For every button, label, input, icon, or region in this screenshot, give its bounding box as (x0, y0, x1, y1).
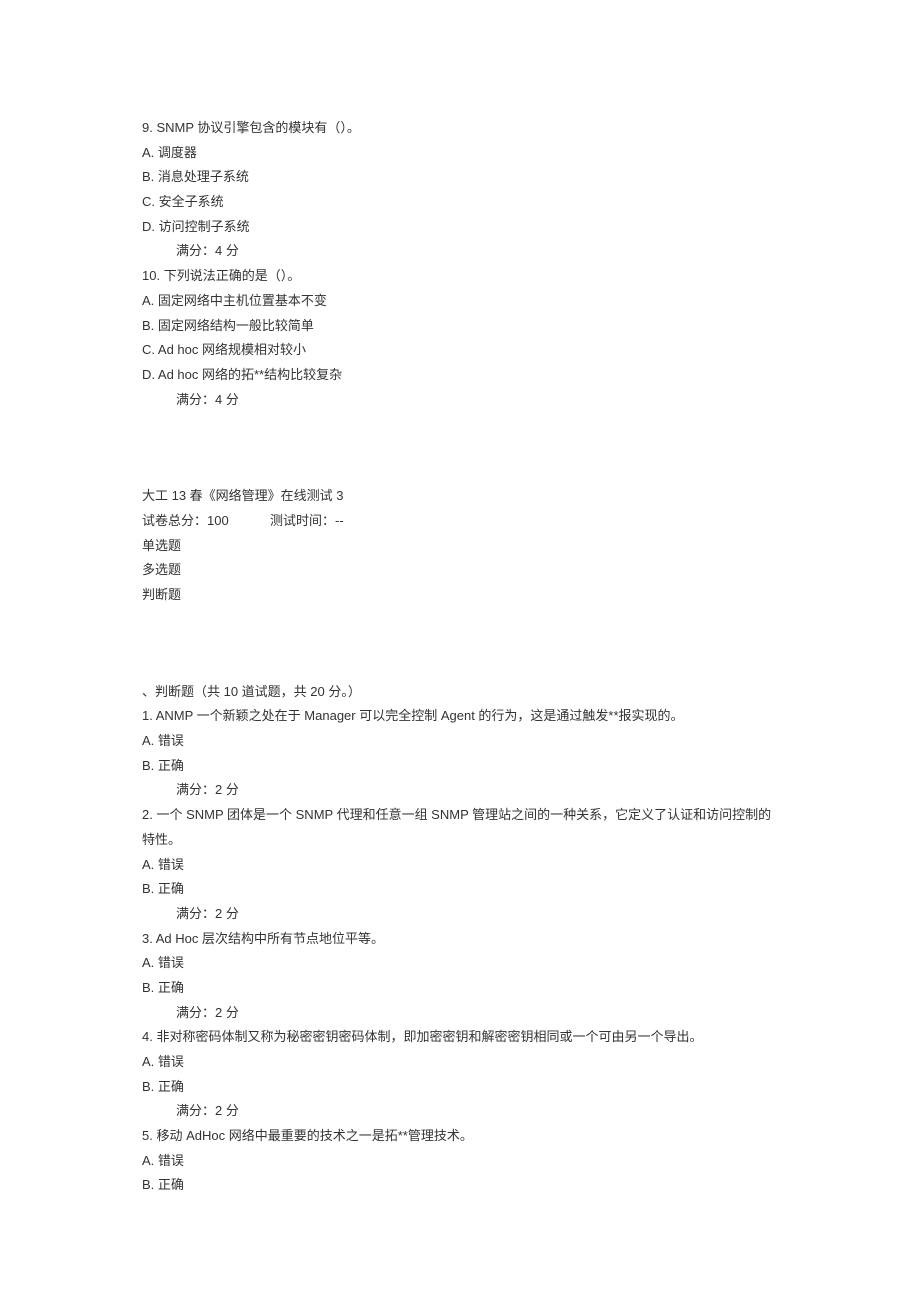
tf-header: 、判断题（共 10 道试题，共 20 分。） (142, 680, 778, 705)
question-number: 9. (142, 120, 153, 135)
option-a: A. 错误 (142, 951, 778, 976)
option-a: A. 错误 (142, 853, 778, 878)
option-b: B. 正确 (142, 1173, 778, 1198)
question-stem: 1. ANMP 一个新颖之处在于 Manager 可以完全控制 Agent 的行… (142, 704, 778, 729)
option-a: A. 固定网络中主机位置基本不变 (142, 289, 778, 314)
option-a: A. 调度器 (142, 141, 778, 166)
section-divider (142, 608, 778, 680)
question-text: SNMP 协议引擎包含的模块有（）。 (156, 120, 359, 135)
question-text: 下列说法正确的是（）。 (164, 268, 301, 283)
question-stem: 2. 一个 SNMP 团体是一个 SNMP 代理和任意一组 SNMP 管理站之间… (142, 803, 778, 852)
score-line: 满分：2 分 (142, 1099, 778, 1124)
score-line: 满分：2 分 (142, 778, 778, 803)
tf-question-3: 3. Ad Hoc 层次结构中所有节点地位平等。 A. 错误 B. 正确 满分：… (142, 927, 778, 1026)
score-line: 满分：4 分 (142, 239, 778, 264)
option-b: B. 正确 (142, 1075, 778, 1100)
tf-section: 、判断题（共 10 道试题，共 20 分。） 1. ANMP 一个新颖之处在于 … (142, 680, 778, 1198)
question-stem: 4. 非对称密码体制又称为秘密密钥密码体制，即加密密钥和解密密钥相同或一个可由另… (142, 1025, 778, 1050)
option-a: A. 错误 (142, 1149, 778, 1174)
option-d: D. Ad hoc 网络的拓**结构比较复杂 (142, 363, 778, 388)
type-single: 单选题 (142, 534, 778, 559)
tf-question-2: 2. 一个 SNMP 团体是一个 SNMP 代理和任意一组 SNMP 管理站之间… (142, 803, 778, 926)
option-c: C. 安全子系统 (142, 190, 778, 215)
tf-question-5: 5. 移动 AdHoc 网络中最重要的技术之一是拓**管理技术。 A. 错误 B… (142, 1124, 778, 1198)
option-b: B. 正确 (142, 877, 778, 902)
score-line: 满分：4 分 (142, 388, 778, 413)
option-b: B. 正确 (142, 754, 778, 779)
test-meta: 试卷总分：100 测试时间：-- (142, 509, 778, 534)
mc-question-9: 9. SNMP 协议引擎包含的模块有（）。 A. 调度器 B. 消息处理子系统 … (142, 116, 778, 264)
test-header: 大工 13 春《网络管理》在线测试 3 试卷总分：100 测试时间：-- 单选题… (142, 484, 778, 607)
option-d: D. 访问控制子系统 (142, 215, 778, 240)
option-b: B. 正确 (142, 976, 778, 1001)
option-c: C. Ad hoc 网络规模相对较小 (142, 338, 778, 363)
section-divider (142, 412, 778, 484)
question-number: 10. (142, 268, 160, 283)
mc-question-10: 10. 下列说法正确的是（）。 A. 固定网络中主机位置基本不变 B. 固定网络… (142, 264, 778, 412)
question-stem: 5. 移动 AdHoc 网络中最重要的技术之一是拓**管理技术。 (142, 1124, 778, 1149)
tf-question-4: 4. 非对称密码体制又称为秘密密钥密码体制，即加密密钥和解密密钥相同或一个可由另… (142, 1025, 778, 1124)
question-stem: 3. Ad Hoc 层次结构中所有节点地位平等。 (142, 927, 778, 952)
score-line: 满分：2 分 (142, 1001, 778, 1026)
option-b: B. 固定网络结构一般比较简单 (142, 314, 778, 339)
question-stem: 9. SNMP 协议引擎包含的模块有（）。 (142, 116, 778, 141)
question-stem: 10. 下列说法正确的是（）。 (142, 264, 778, 289)
option-b: B. 消息处理子系统 (142, 165, 778, 190)
option-a: A. 错误 (142, 729, 778, 754)
type-judge: 判断题 (142, 583, 778, 608)
type-multi: 多选题 (142, 558, 778, 583)
score-line: 满分：2 分 (142, 902, 778, 927)
tf-question-1: 1. ANMP 一个新颖之处在于 Manager 可以完全控制 Agent 的行… (142, 704, 778, 803)
test-title: 大工 13 春《网络管理》在线测试 3 (142, 484, 778, 509)
option-a: A. 错误 (142, 1050, 778, 1075)
